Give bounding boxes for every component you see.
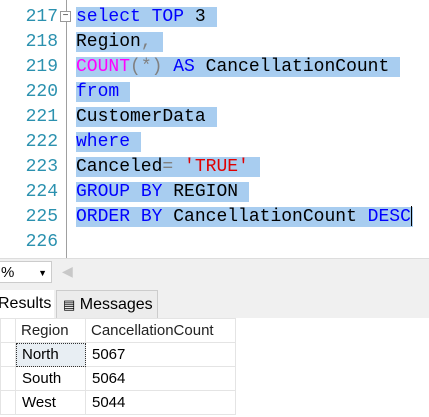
code-token: from — [76, 82, 120, 102]
code-token: DESC — [367, 207, 411, 227]
code-line[interactable]: where — [76, 130, 142, 155]
selection-highlight: COUNT(*) AS CancellationCount — [76, 57, 401, 77]
line-number: 223 — [25, 157, 58, 177]
line-number: 225 — [25, 207, 58, 227]
row-header-corner[interactable] — [0, 318, 16, 343]
table-row: West 5044 — [0, 390, 236, 415]
code-token: CustomerData — [76, 107, 206, 127]
query-editor[interactable]: 217 218 219 220 221 222 223 224 225 226 − select … — [0, 0, 429, 258]
code-token: Region — [76, 32, 141, 52]
code-token: GROUP — [76, 182, 131, 202]
tab-messages-label: Messages — [79, 296, 153, 313]
code-token: BY — [140, 207, 163, 227]
selection-highlight: Region, — [76, 32, 163, 52]
table-row: North 5067 — [0, 342, 236, 367]
messages-icon: ▤ — [63, 297, 76, 312]
row-header[interactable] — [0, 390, 16, 415]
table-row: South 5064 — [0, 366, 236, 391]
collapse-icon[interactable]: − — [60, 11, 71, 22]
line-number: 221 — [25, 107, 58, 127]
code-token: CancellationCount — [194, 57, 390, 77]
code-token: CancellationCount — [162, 207, 368, 227]
selection-highlight: where — [76, 132, 142, 152]
code-token: = — [162, 157, 174, 177]
line-number: 219 — [25, 57, 58, 77]
results-tabs: Results ▤ Messages — [0, 286, 429, 319]
zoom-bar: % ▼ ◀ — [0, 258, 429, 286]
line-number: 217 — [25, 7, 58, 27]
scroll-left-icon[interactable]: ◀ — [62, 263, 73, 280]
line-number: 224 — [25, 182, 58, 202]
selection-highlight: ORDER BY CancellationCount DESC — [76, 206, 413, 227]
code-line[interactable]: GROUP BY REGION — [76, 180, 250, 205]
code-line[interactable]: Region, — [76, 30, 163, 55]
code-token: Canceled — [76, 157, 163, 177]
cell-region[interactable]: North — [15, 342, 86, 367]
selection-highlight: GROUP BY REGION — [76, 182, 250, 202]
code-token: TOP — [151, 7, 185, 27]
code-token: where — [76, 132, 131, 152]
code-token: 3 — [184, 7, 206, 27]
code-line[interactable]: COUNT(*) AS CancellationCount — [76, 55, 401, 80]
cell-region[interactable]: West — [15, 390, 86, 415]
column-header-cancellationcount[interactable]: CancellationCount — [85, 318, 236, 343]
fold-guide — [66, 0, 67, 258]
code-line[interactable]: CustomerData — [76, 105, 217, 130]
cell-count[interactable]: 5044 — [85, 390, 236, 415]
chevron-down-icon: ▼ — [38, 268, 47, 278]
tab-results-label: Results — [0, 295, 52, 312]
code-token: AS — [173, 57, 195, 77]
code-line[interactable]: ORDER BY CancellationCount DESC — [76, 205, 413, 230]
results-grid: Region CancellationCount North 5067 Sout… — [0, 318, 429, 417]
text-caret — [410, 206, 412, 227]
code-token: select — [76, 7, 141, 27]
selection-highlight: select TOP 3 — [76, 7, 217, 27]
tab-messages[interactable]: ▤ Messages — [56, 290, 158, 318]
code-line[interactable]: Canceled= 'TRUE' — [76, 155, 260, 180]
line-number: 220 — [25, 82, 58, 102]
code-token: (*) — [130, 57, 163, 77]
column-header-region[interactable]: Region — [15, 318, 86, 343]
tab-results[interactable]: Results — [0, 290, 54, 318]
code-line[interactable]: from — [76, 80, 131, 105]
grid-header-row: Region CancellationCount — [0, 318, 236, 343]
zoom-value: % — [1, 264, 15, 281]
code-line[interactable]: select TOP 3 — [76, 5, 217, 30]
row-header[interactable] — [0, 366, 16, 391]
line-number: 222 — [25, 132, 58, 152]
selection-highlight: Canceled= 'TRUE' — [76, 157, 260, 177]
selection-highlight: CustomerData — [76, 107, 217, 127]
line-number: 226 — [25, 232, 58, 252]
zoom-select[interactable]: % ▼ — [0, 261, 52, 283]
code-token: 'TRUE' — [184, 157, 249, 177]
cell-count[interactable]: 5067 — [85, 342, 236, 367]
cell-region[interactable]: South — [15, 366, 86, 391]
row-header[interactable] — [0, 342, 16, 367]
code-token: , — [140, 32, 152, 52]
selection-highlight: from — [76, 82, 131, 102]
cell-count[interactable]: 5064 — [85, 366, 236, 391]
code-token: COUNT — [76, 57, 131, 77]
code-token: REGION — [162, 182, 239, 202]
code-token: ORDER — [76, 207, 131, 227]
code-token: BY — [140, 182, 163, 202]
line-number: 218 — [25, 32, 58, 52]
